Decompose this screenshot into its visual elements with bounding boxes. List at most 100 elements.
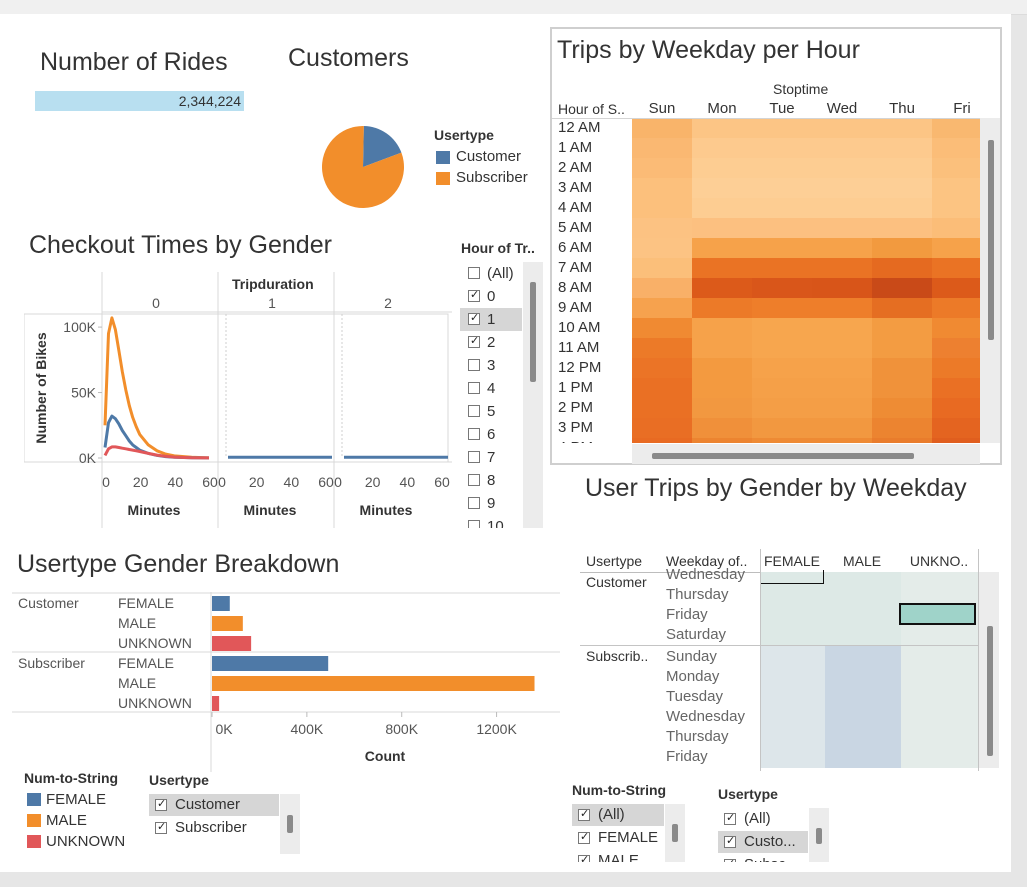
filter-item[interactable]: Subscriber	[149, 817, 279, 839]
heatmap-cell[interactable]	[872, 318, 932, 338]
heatmap-cell[interactable]	[692, 118, 752, 138]
hour-filter-scroll-thumb[interactable]	[530, 282, 536, 382]
heatmap-cell[interactable]	[872, 298, 932, 318]
heatmap-cell[interactable]	[932, 438, 980, 443]
hour-filter-item[interactable]: 2	[460, 331, 522, 354]
heatmap-cell[interactable]	[932, 118, 980, 138]
heatmap-cell[interactable]	[872, 278, 932, 298]
heatmap-cell[interactable]	[692, 418, 752, 438]
heatmap-cell[interactable]	[812, 418, 872, 438]
bottom-legend-item[interactable]: FEMALE	[27, 790, 137, 811]
heatmap-vscroll-thumb[interactable]	[988, 140, 994, 340]
checkbox[interactable]	[468, 520, 480, 528]
filter-item[interactable]: Custo...	[718, 831, 808, 853]
heatmap-cell[interactable]	[812, 178, 872, 198]
heatmap-cell[interactable]	[632, 258, 692, 278]
heatmap-cell[interactable]	[872, 418, 932, 438]
checkbox[interactable]	[724, 811, 736, 825]
heatmap-cell[interactable]	[932, 318, 980, 338]
heatmap-cell[interactable]	[812, 218, 872, 238]
heatmap-cell[interactable]	[932, 338, 980, 358]
checkbox[interactable]	[468, 451, 480, 463]
heatmap-cell[interactable]	[632, 418, 692, 438]
heatmap-cell[interactable]	[632, 338, 692, 358]
heatmap-cell[interactable]	[692, 298, 752, 318]
heatmap-cell[interactable]	[812, 398, 872, 418]
filter-item[interactable]: Subsc...	[718, 854, 808, 862]
heatmap-hscroll-thumb[interactable]	[652, 453, 914, 459]
heatmap-cell[interactable]	[752, 378, 812, 398]
filter-item[interactable]: MALE	[572, 850, 664, 862]
heatmap-cell[interactable]	[752, 178, 812, 198]
heatmap-cell[interactable]	[812, 238, 872, 258]
checkbox[interactable]	[724, 857, 736, 862]
heatmap-cell[interactable]	[632, 278, 692, 298]
heatmap-cell[interactable]	[752, 278, 812, 298]
heatmap-cell[interactable]	[752, 218, 812, 238]
heatmap-cell[interactable]	[812, 258, 872, 278]
checkbox[interactable]	[468, 267, 480, 279]
breakdown-chart[interactable]: Customer FEMALE MALE UNKNOWN Subscriber FEMAL…	[12, 592, 560, 772]
hour-filter-item[interactable]: 7	[460, 446, 522, 469]
usertype-filter-2-thumb[interactable]	[816, 828, 822, 844]
heatmap-cell[interactable]	[812, 118, 872, 138]
gw-selected-cell[interactable]	[899, 603, 976, 625]
heatmap-cell[interactable]	[632, 238, 692, 258]
checkbox[interactable]	[578, 830, 590, 844]
breakdown-bar-subscriber-female[interactable]	[212, 656, 329, 671]
heatmap-cell[interactable]	[752, 318, 812, 338]
heatmap-cell[interactable]	[872, 218, 932, 238]
checkbox[interactable]	[724, 834, 736, 848]
heatmap-cell[interactable]	[872, 198, 932, 218]
checkbox[interactable]	[155, 820, 167, 834]
heatmap-cell[interactable]	[752, 338, 812, 358]
heatmap-cell[interactable]	[932, 358, 980, 378]
heatmap-cell[interactable]	[872, 158, 932, 178]
heatmap-cell[interactable]	[692, 158, 752, 178]
heatmap-cell[interactable]	[872, 238, 932, 258]
heatmap-cell[interactable]	[692, 338, 752, 358]
heatmap-cell[interactable]	[812, 158, 872, 178]
checkbox[interactable]	[468, 288, 480, 302]
gw-cells-sub-male[interactable]	[825, 646, 901, 768]
checkbox[interactable]	[468, 334, 480, 348]
breakdown-bar-customer-female[interactable]	[212, 596, 230, 611]
heatmap-cell[interactable]	[632, 358, 692, 378]
heatmap-cell[interactable]	[692, 378, 752, 398]
heatmap-cell[interactable]	[752, 118, 812, 138]
checkbox[interactable]	[468, 359, 480, 371]
heatmap-cell[interactable]	[932, 378, 980, 398]
hour-filter-item[interactable]: 3	[460, 354, 522, 377]
heatmap-cell[interactable]	[632, 138, 692, 158]
heatmap-cell[interactable]	[812, 338, 872, 358]
hour-filter-item[interactable]: 0	[460, 285, 522, 308]
filter-item[interactable]: FEMALE	[572, 827, 664, 849]
heatmap-cell[interactable]	[932, 138, 980, 158]
checkout-line-male[interactable]	[103, 316, 210, 460]
heatmap-cell[interactable]	[632, 318, 692, 338]
gw-selected-cell-top[interactable]	[760, 570, 824, 584]
hour-filter-item[interactable]: 8	[460, 469, 522, 492]
heatmap-cell[interactable]	[632, 378, 692, 398]
heatmap-cell[interactable]	[872, 358, 932, 378]
heatmap-cell[interactable]	[692, 398, 752, 418]
heatmap-cell[interactable]	[932, 178, 980, 198]
heatmap-cell[interactable]	[752, 238, 812, 258]
breakdown-bar-customer-male[interactable]	[212, 616, 243, 631]
heatmap-cell[interactable]	[752, 298, 812, 318]
heatmap-cell[interactable]	[932, 298, 980, 318]
breakdown-bar-subscriber-unknown[interactable]	[212, 696, 220, 711]
heatmap-cell[interactable]	[692, 218, 752, 238]
num-filter-2-thumb[interactable]	[672, 824, 678, 842]
heatmap-cell[interactable]	[812, 298, 872, 318]
heatmap-cell[interactable]	[932, 258, 980, 278]
heatmap-cell[interactable]	[812, 438, 872, 443]
heatmap-cell[interactable]	[632, 198, 692, 218]
hour-filter-item[interactable]: 4	[460, 377, 522, 400]
heatmap-cell[interactable]	[812, 198, 872, 218]
filter-item[interactable]: (All)	[718, 808, 808, 830]
heatmap-cell[interactable]	[872, 338, 932, 358]
heatmap-cell[interactable]	[932, 198, 980, 218]
checkbox[interactable]	[468, 474, 480, 486]
heatmap-cell[interactable]	[632, 398, 692, 418]
